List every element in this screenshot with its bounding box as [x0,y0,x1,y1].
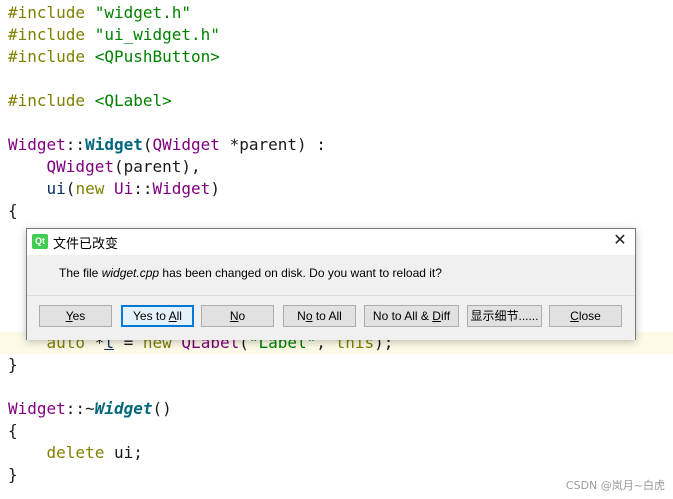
paren: ) [210,179,220,198]
message-prefix: The file [59,266,102,280]
dialog-message: The file widget.cpp has been changed on … [59,266,442,280]
class-name: Widget [8,399,66,418]
paren: () [152,399,172,418]
dialog-button-row: Yes Yes to All No No to All No to All & … [27,295,635,340]
include-path: "ui_widget.h" [94,25,220,44]
code-line-20: delete ui; [8,442,143,464]
param-type: QWidget [152,135,220,154]
class-name: Widget [152,179,211,198]
destructor-name: Widget [94,399,153,418]
preprocessor-keyword: #include [8,91,86,110]
scope-operator: :: [65,135,86,154]
label-pre: N [297,309,306,323]
code-line-7: Widget::Widget(QWidget *parent) : [8,134,326,156]
message-suffix: has been changed on disk. Do you want to… [159,266,442,280]
mnemonic: A [168,309,177,323]
code-line-1: #include "widget.h" [8,2,191,24]
label-rest: iff [440,309,451,323]
code-line-8: QWidget(parent), [8,156,201,178]
no-button[interactable]: No [201,305,274,327]
file-changed-dialog[interactable]: Qt 文件已改变 ✕ The file widget.cpp has been … [26,228,636,340]
preprocessor-keyword: #include [8,47,86,66]
no-to-all-and-diff-button[interactable]: No to All & Diff [364,305,459,327]
code-line-16: } [8,355,18,374]
dialog-titlebar[interactable]: Qt 文件已改变 ✕ [27,229,635,255]
code-line-5: #include <QLabel> [8,90,172,112]
mnemonic: D [432,309,441,323]
label-rest: lose [578,309,601,323]
mnemonic: o [305,309,313,323]
yes-to-all-button[interactable]: Yes to All [121,305,194,327]
member-var: ui [46,179,66,198]
scope-operator: :: [133,179,153,198]
new-keyword: new [75,179,105,198]
preprocessor-keyword: #include [8,3,86,22]
base-init-rest: (parent), [113,157,201,176]
dialog-title: 文件已改变 [53,236,119,251]
include-path: "widget.h" [94,3,192,22]
code-line-3: #include <QPushButton> [8,46,220,68]
no-to-all-button[interactable]: No to All [283,305,356,327]
include-path: <QLabel> [94,91,172,110]
code-line-21: } [8,465,18,484]
scope-operator: ::~ [65,399,95,418]
include-path: <QPushButton> [94,47,220,66]
label-rest: es [72,309,86,323]
code-line-2: #include "ui_widget.h" [8,24,220,46]
constructor-name: Widget [85,135,143,154]
label-rest: o [238,309,246,323]
delete-keyword: delete [46,443,105,462]
watermark: CSDN @岚月~白虎 [565,479,665,492]
label-pre: Yes to [133,309,169,323]
param-rest: *parent) : [219,135,326,154]
paren: ( [142,135,153,154]
paren: ( [65,179,76,198]
label-pre: No to All & [372,309,433,323]
yes-button[interactable]: Yes [39,305,112,327]
message-filename: widget.cpp [101,266,160,280]
show-details-button[interactable]: 显示细节...... [467,305,542,327]
label-rest: ll [176,309,182,323]
code-line-10: { [8,201,18,220]
code-line-19: { [8,421,18,440]
label-rest: to All [312,309,342,323]
code-line-18: Widget::~Widget() [8,398,172,420]
preprocessor-keyword: #include [8,25,86,44]
class-name: Widget [8,135,66,154]
close-icon[interactable]: ✕ [610,231,630,251]
code-line-9: ui(new Ui::Widget) [8,178,220,200]
base-class: QWidget [46,157,114,176]
delete-target: ui; [104,443,143,462]
namespace-name: Ui [113,179,134,198]
mnemonic: C [570,309,579,323]
close-button[interactable]: Close [549,305,622,327]
mnemonic: Y [65,309,73,323]
qt-logo-icon: Qt [32,234,48,249]
